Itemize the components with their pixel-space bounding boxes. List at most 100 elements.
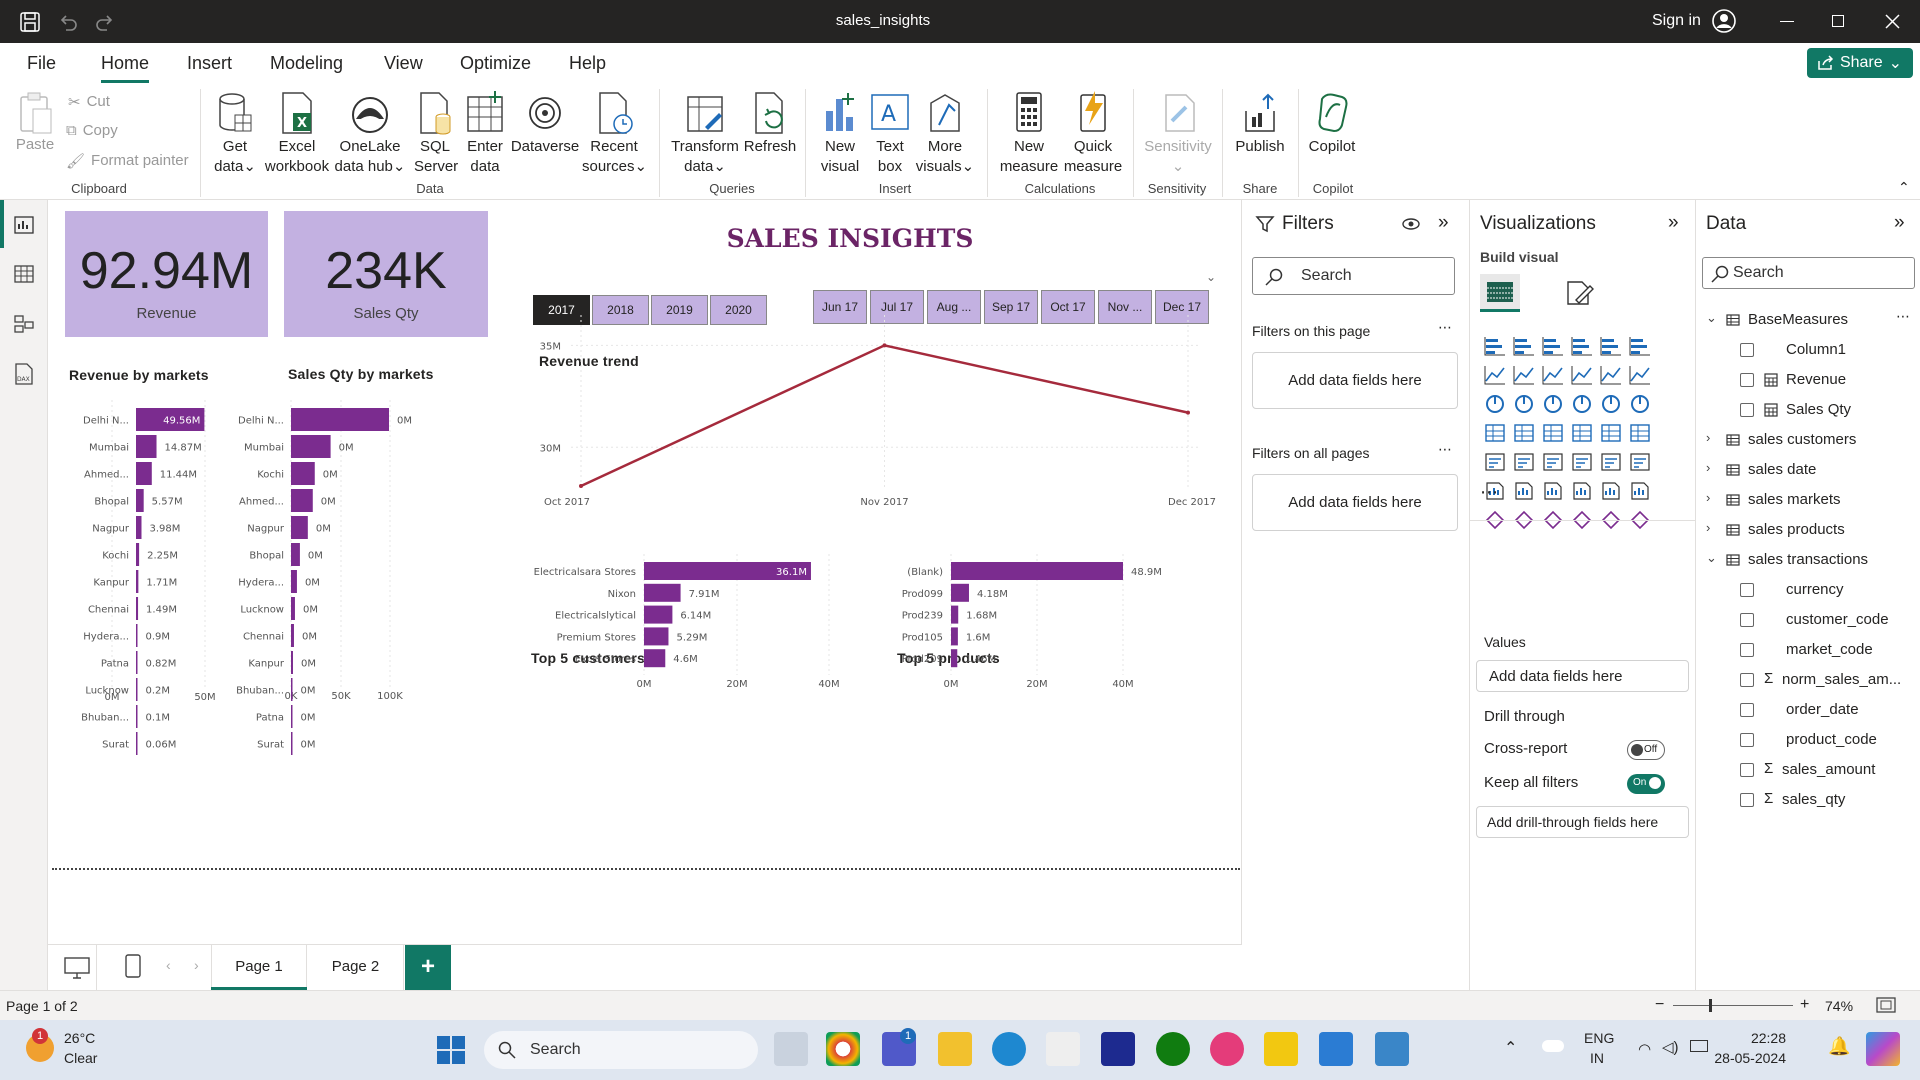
bar[interactable] bbox=[291, 570, 297, 593]
minimize-button[interactable] bbox=[1780, 21, 1794, 22]
paste-button[interactable]: Paste bbox=[12, 91, 58, 155]
map-icon[interactable] bbox=[1513, 423, 1537, 445]
notepad-icon[interactable] bbox=[1375, 1032, 1409, 1066]
folder-icon[interactable] bbox=[938, 1032, 972, 1066]
more-options-icon[interactable]: ⋯ bbox=[1896, 308, 1910, 325]
copilot-taskbar-icon[interactable] bbox=[1866, 1032, 1900, 1066]
power-bi-icon[interactable] bbox=[1264, 1032, 1298, 1066]
wifi-icon[interactable]: ◠ bbox=[1638, 1040, 1651, 1058]
vscode-icon[interactable] bbox=[1319, 1032, 1353, 1066]
more-options-icon[interactable]: ⋯ bbox=[1438, 441, 1452, 458]
field-checkbox[interactable] bbox=[1740, 793, 1754, 807]
field-checkbox[interactable] bbox=[1740, 583, 1754, 597]
bar[interactable] bbox=[136, 462, 152, 485]
table-view-icon[interactable] bbox=[14, 265, 34, 283]
copilot-button[interactable]: Copilot bbox=[1304, 91, 1360, 157]
bar[interactable] bbox=[291, 408, 390, 431]
bar[interactable] bbox=[951, 649, 958, 668]
field-item[interactable]: Σsales_qty bbox=[1696, 786, 1920, 816]
bar[interactable] bbox=[291, 705, 293, 728]
bar[interactable] bbox=[136, 651, 138, 674]
collapse-filters-icon[interactable]: » bbox=[1438, 212, 1449, 234]
filters-all-dropzone[interactable]: Add data fields here bbox=[1252, 474, 1458, 531]
bar[interactable] bbox=[951, 583, 969, 602]
tab-page-1[interactable]: Page 1 bbox=[211, 945, 307, 991]
tab-page-2[interactable]: Page 2 bbox=[308, 945, 404, 991]
new-visual-button[interactable]: New visual bbox=[814, 91, 866, 177]
bar[interactable] bbox=[136, 732, 138, 755]
chevron-up-icon[interactable]: ⌃ bbox=[1504, 1038, 1517, 1058]
bar[interactable] bbox=[136, 597, 139, 620]
dax-query-view-icon[interactable]: DAX bbox=[14, 363, 34, 385]
l-app-icon[interactable] bbox=[1101, 1032, 1135, 1066]
menu-help[interactable]: Help bbox=[569, 53, 606, 74]
share-button[interactable]: Share ⌄ bbox=[1807, 48, 1913, 78]
keep-filters-toggle[interactable]: On bbox=[1627, 774, 1665, 794]
filters-page-dropzone[interactable]: Add data fields here bbox=[1252, 352, 1458, 409]
field-item[interactable]: Revenue bbox=[1696, 366, 1920, 396]
power-automate-icon[interactable] bbox=[1542, 510, 1566, 532]
field-item[interactable]: Σnorm_sales_am... bbox=[1696, 666, 1920, 696]
chevron-right-icon[interactable]: › bbox=[1706, 460, 1710, 475]
zoom-in-button[interactable]: + bbox=[1800, 996, 1809, 1014]
power-apps-icon[interactable] bbox=[1513, 510, 1537, 532]
text-box-button[interactable]: A Text box bbox=[868, 91, 912, 177]
drill-through-dropzone[interactable]: Add drill-through fields here bbox=[1476, 806, 1689, 838]
field-item[interactable]: Column1 bbox=[1696, 336, 1920, 366]
onedrive-icon[interactable] bbox=[1542, 1040, 1564, 1052]
line-chart-icon[interactable] bbox=[1484, 365, 1508, 387]
table-item[interactable]: › sales customers bbox=[1696, 426, 1920, 456]
enter-data-button[interactable]: Enter data bbox=[464, 91, 506, 177]
xbox-icon[interactable] bbox=[1156, 1032, 1190, 1066]
donut-chart-icon[interactable] bbox=[1629, 394, 1653, 416]
line-clustered-chart-icon[interactable] bbox=[1629, 365, 1653, 387]
table-item[interactable]: › sales date bbox=[1696, 456, 1920, 486]
bar[interactable] bbox=[291, 624, 294, 647]
multi-row-card-icon[interactable] bbox=[1484, 452, 1508, 474]
format-painter-button[interactable]: 🖌 Format painter bbox=[66, 152, 189, 170]
pie-chart-icon[interactable] bbox=[1600, 394, 1624, 416]
100-bar-chart-icon[interactable] bbox=[1600, 336, 1624, 358]
bar[interactable] bbox=[136, 705, 138, 728]
ribbon-chart-icon[interactable] bbox=[1484, 394, 1508, 416]
chevron-down-icon[interactable]: ⌄ bbox=[1706, 550, 1717, 566]
bar[interactable] bbox=[291, 597, 295, 620]
menu-insert[interactable]: Insert bbox=[187, 53, 232, 74]
cut-button[interactable]: ✂ Cut bbox=[68, 93, 110, 111]
data-search-input[interactable]: Search bbox=[1702, 257, 1915, 289]
bar[interactable] bbox=[291, 651, 293, 674]
field-item[interactable]: market_code bbox=[1696, 636, 1920, 666]
field-item[interactable]: customer_code bbox=[1696, 606, 1920, 636]
desktop-layout-icon[interactable] bbox=[64, 957, 90, 979]
clustered-bar-chart-icon[interactable] bbox=[1542, 336, 1566, 358]
table-item[interactable]: ⌄ sales transactions bbox=[1696, 546, 1920, 576]
field-item[interactable]: order_date bbox=[1696, 696, 1920, 726]
field-checkbox[interactable] bbox=[1740, 643, 1754, 657]
table-item[interactable]: ⌄ BaseMeasures ⋯ bbox=[1696, 306, 1920, 336]
chevron-right-icon[interactable]: › bbox=[1706, 490, 1710, 505]
field-checkbox[interactable] bbox=[1740, 343, 1754, 357]
mobile-layout-icon[interactable] bbox=[125, 954, 141, 978]
bar[interactable] bbox=[136, 543, 140, 566]
more-visuals-button[interactable]: More visuals⌄ bbox=[914, 91, 976, 177]
azure-map-icon[interactable] bbox=[1571, 423, 1595, 445]
field-item[interactable]: Σsales_amount bbox=[1696, 756, 1920, 786]
line-column-chart-icon[interactable] bbox=[1600, 365, 1624, 387]
model-view-icon[interactable] bbox=[14, 314, 34, 334]
bar[interactable] bbox=[136, 489, 144, 512]
bar[interactable] bbox=[951, 627, 958, 646]
paginated-report-icon[interactable] bbox=[1484, 510, 1508, 532]
field-item[interactable]: product_code bbox=[1696, 726, 1920, 756]
file-explorer-icon[interactable] bbox=[774, 1032, 808, 1066]
quick-measure-button[interactable]: Quick measure bbox=[1062, 91, 1124, 177]
100-column-chart-icon[interactable] bbox=[1629, 336, 1653, 358]
publish-button[interactable]: Publish bbox=[1230, 91, 1290, 157]
gauge-icon[interactable] bbox=[1600, 423, 1624, 445]
close-icon[interactable] bbox=[1885, 14, 1900, 29]
bell-icon[interactable]: 🔔 bbox=[1828, 1036, 1850, 1057]
field-checkbox[interactable] bbox=[1740, 673, 1754, 687]
100-area-chart-icon[interactable] bbox=[1571, 365, 1595, 387]
waterfall-chart-icon[interactable] bbox=[1513, 394, 1537, 416]
r-visual-icon[interactable] bbox=[1629, 452, 1653, 474]
bar[interactable] bbox=[136, 624, 138, 647]
